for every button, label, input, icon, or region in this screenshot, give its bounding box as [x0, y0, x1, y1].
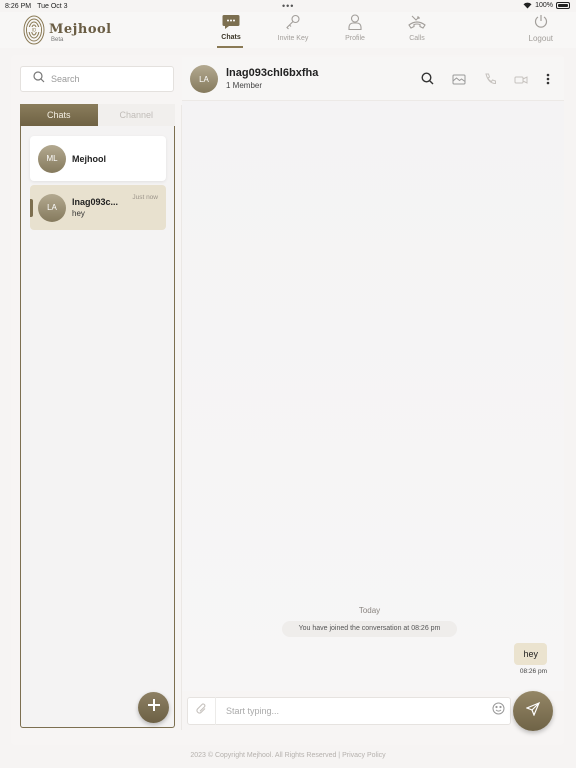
copyright-text: 2023 © Copyright Mejhool. All Rights Res… [190, 752, 341, 759]
power-icon [534, 14, 548, 34]
conversation-header: LA lnag093chl6bxfha 1 Member [182, 57, 564, 101]
send-button[interactable] [513, 691, 553, 731]
conversation-actions [421, 72, 550, 90]
attachment-button[interactable] [188, 697, 216, 725]
search-icon [33, 70, 45, 88]
avatar: LA [38, 193, 66, 222]
chat-name: lnag093c... [72, 197, 119, 207]
nav-profile-label: Profile [345, 35, 365, 42]
search-input[interactable] [51, 74, 161, 84]
chat-list-item[interactable]: LA lnag093c... hey Just now [30, 185, 166, 230]
send-icon [525, 701, 541, 721]
message-time: 08:26 pm [519, 668, 547, 675]
emoji-button[interactable] [486, 702, 510, 720]
nav-calls[interactable]: Calls [386, 12, 448, 48]
footer: 2023 © Copyright Mejhool. All Rights Res… [0, 752, 576, 759]
conversation-title: lnag093chl6bxfha [226, 67, 319, 79]
phone-icon[interactable] [484, 72, 496, 90]
nav-invite-key[interactable]: Invite Key [262, 12, 324, 48]
top-navigation-bar: ID Mejhool Beta Chats Invite Key Profile [0, 12, 576, 48]
conversation-member-count: 1 Member [226, 81, 263, 90]
fingerprint-logo-icon: ID [23, 15, 45, 50]
day-separator: Today [358, 606, 381, 615]
user-icon [348, 14, 362, 35]
key-icon [285, 14, 301, 35]
more-options-icon[interactable] [546, 72, 550, 90]
chat-bubble-icon [222, 14, 240, 34]
wifi-icon [523, 2, 532, 9]
message-bubble-outgoing[interactable]: hey [514, 643, 547, 665]
status-time: 8:26 PM [5, 2, 32, 10]
chat-list: ML Mejhool LA lnag093c... hey Just now [20, 126, 175, 728]
search-icon[interactable] [421, 72, 434, 90]
conversation-avatar[interactable]: LA [190, 65, 218, 93]
privacy-policy-link[interactable]: Privacy Policy [342, 752, 386, 759]
video-icon[interactable] [514, 72, 528, 90]
nav-chats[interactable]: Chats [200, 12, 262, 48]
logout-button[interactable]: Logout [529, 14, 553, 43]
paperclip-icon [196, 702, 207, 720]
multitasking-dots-icon: ••• [282, 1, 295, 11]
status-right: 100% [523, 2, 570, 9]
nav-chats-label: Chats [221, 34, 241, 41]
app-logo[interactable]: ID Mejhool Beta [23, 15, 112, 50]
brand-name: Mejhool [49, 21, 112, 37]
plus-icon [147, 698, 161, 717]
system-message: You have joined the conversation at 08:2… [282, 621, 457, 637]
chat-tabs: Chats Channel [20, 104, 175, 126]
tab-channel[interactable]: Channel [97, 104, 175, 126]
new-chat-button[interactable] [138, 692, 169, 723]
chat-list-item[interactable]: ML Mejhool [30, 136, 166, 181]
smiley-icon [492, 702, 505, 720]
svg-text:ID: ID [32, 28, 36, 33]
status-bar: 8:26 PM Tue Oct 3 ••• 100% [0, 0, 576, 12]
message-area: Today You have joined the conversation a… [182, 101, 564, 691]
message-input[interactable] [216, 706, 486, 716]
battery-icon [556, 2, 570, 9]
logout-label: Logout [528, 34, 553, 43]
phone-missed-icon [408, 14, 426, 35]
avatar: ML [38, 144, 66, 173]
tab-chats[interactable]: Chats [20, 104, 98, 126]
status-date: Tue Oct 3 [37, 2, 68, 10]
chat-preview: hey [72, 209, 85, 218]
message-composer [187, 697, 511, 725]
search-box[interactable] [20, 66, 174, 92]
nav-invite-key-label: Invite Key [277, 35, 309, 42]
main-nav: Chats Invite Key Profile Calls [200, 12, 448, 48]
beta-badge: Beta [51, 36, 64, 43]
chat-name: Mejhool [72, 153, 106, 164]
nav-calls-label: Calls [409, 35, 425, 42]
nav-profile[interactable]: Profile [324, 12, 386, 48]
media-gallery-icon[interactable] [452, 72, 466, 90]
chat-time: Just now [132, 194, 158, 201]
battery-percent: 100% [535, 2, 553, 9]
